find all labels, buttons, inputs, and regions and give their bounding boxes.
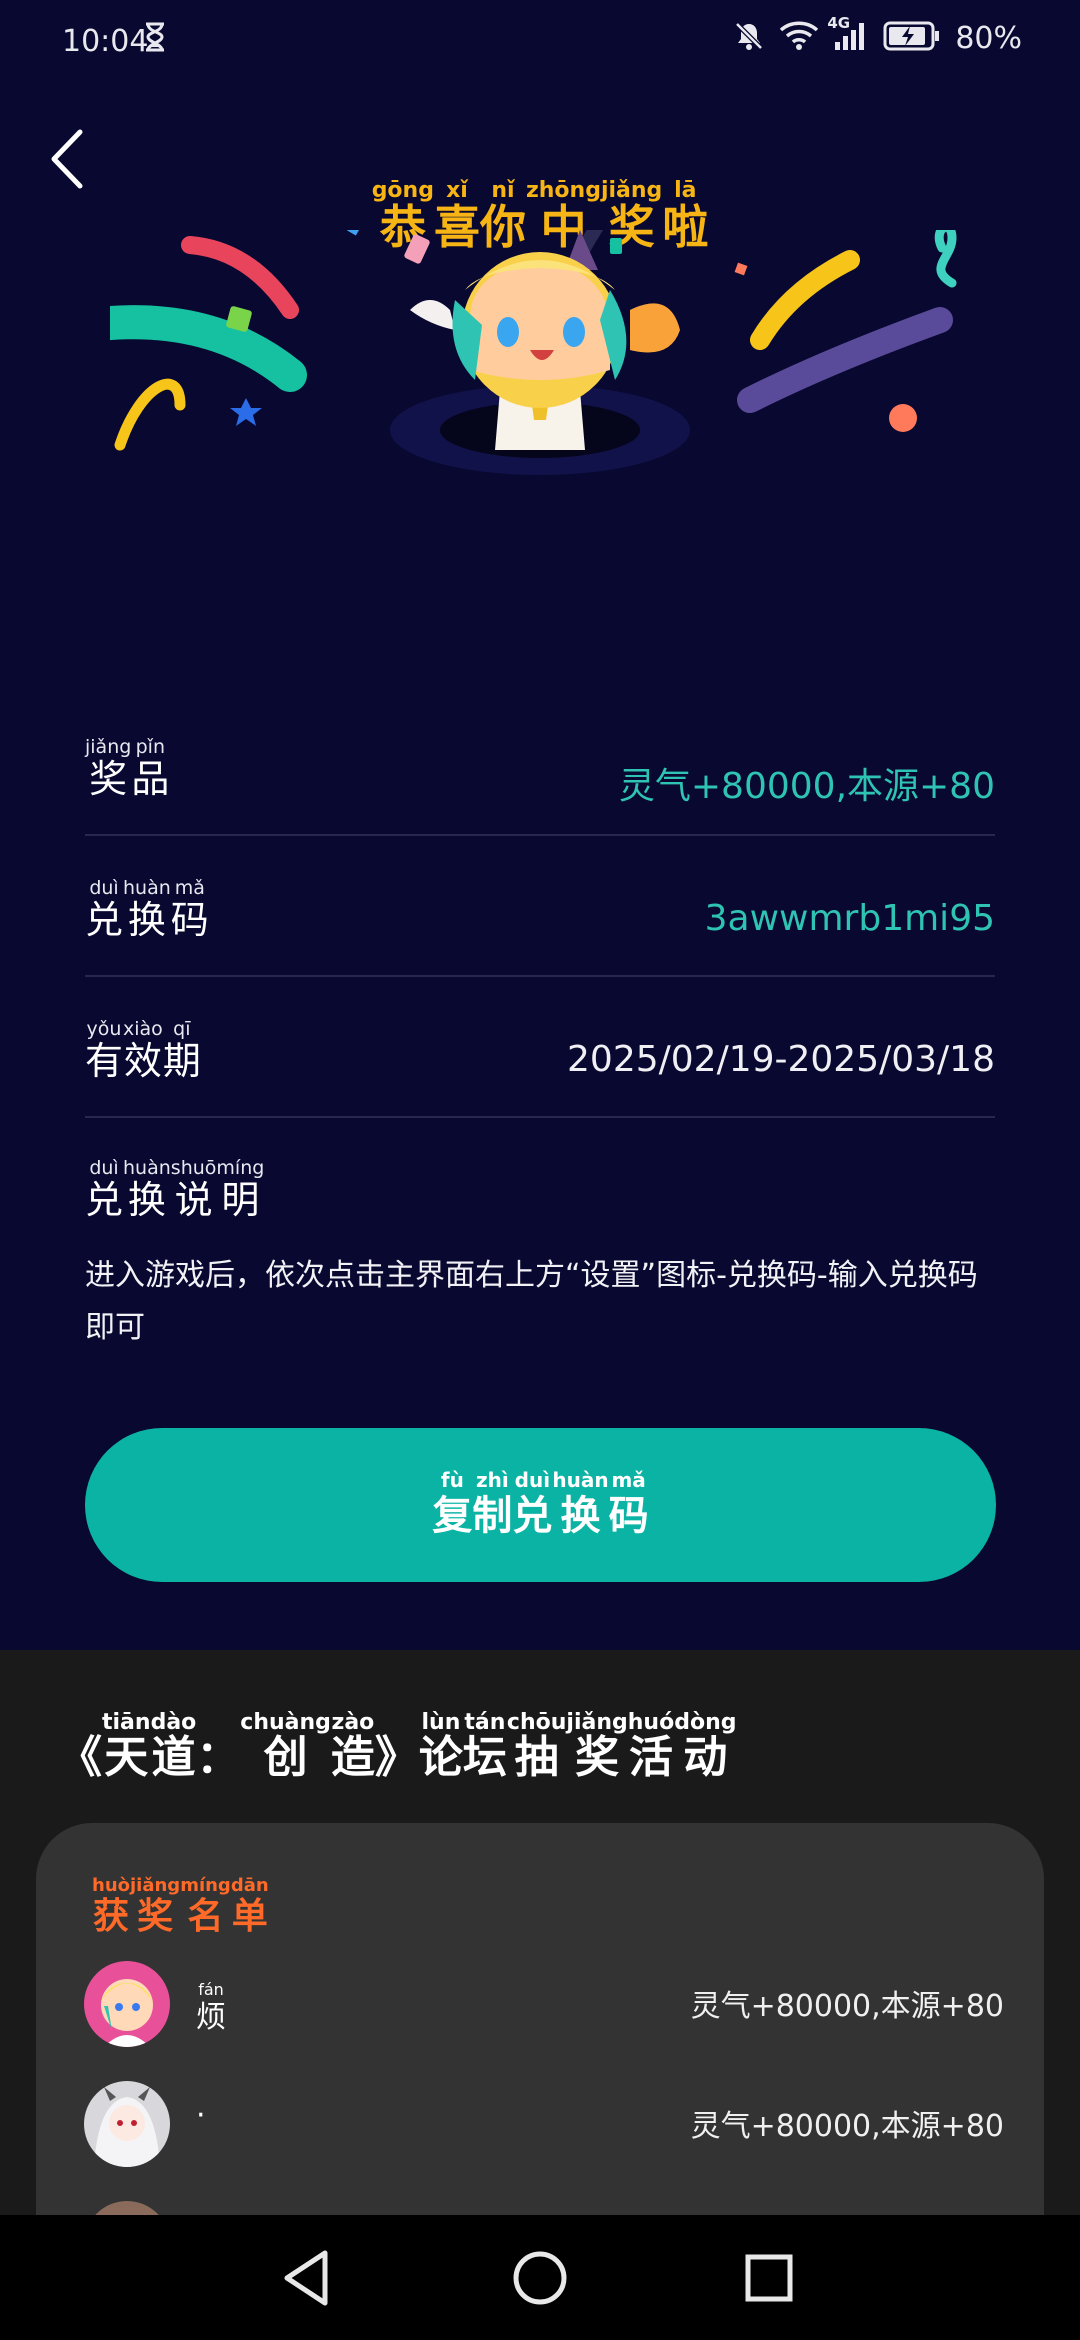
winner-prize: 灵气+80000,本源+80	[690, 1989, 1004, 2024]
square-recents-icon	[745, 2254, 793, 2302]
winners-card: huò 获 jiǎng 奖 míng 名 dān 单 fán 烦 灵气+80000,本源+…	[36, 1823, 1044, 2287]
winner-row[interactable]: fán 烦 灵气+80000,本源+80	[84, 1961, 1004, 2051]
code-label: duì 兑 huàn 换 mǎ 码	[85, 877, 209, 942]
instructions-label: duì 兑 huàn 换 shuō 说 míng 明	[85, 1157, 265, 1222]
winner-name: fán 烦	[196, 1980, 226, 2035]
copy-code-button[interactable]: fù 复 zhì 制 duì 兑 huàn 换 mǎ 码	[85, 1428, 996, 1582]
redeem-code-value[interactable]: 3awwmrb1mi95	[705, 898, 995, 939]
network-type: 4G	[827, 14, 851, 32]
winner-prize: 灵气+80000,本源+80	[690, 2109, 1004, 2144]
prize-info: jiǎng 奖 pǐn 品 灵气+80000,本源+80 duì 兑 huàn 换 mǎ…	[85, 695, 995, 1118]
avatar[interactable]	[84, 2081, 170, 2167]
validity-row: yǒu 有 xiào 效 qī 期 2025/02/19-2025/03/18	[85, 977, 995, 1118]
event-title: 《 tiān 天 dào 道 ： chuàng 创 zào 造 》 lùn 论 tán 坛 …	[58, 1710, 737, 1783]
winner-row[interactable]: · 灵气+80000,本源+80	[84, 2081, 1004, 2171]
status-time: 10:04	[62, 24, 149, 59]
prize-row: jiǎng 奖 pǐn 品 灵气+80000,本源+80	[85, 695, 995, 836]
validity-label: yǒu 有 xiào 效 qī 期	[85, 1018, 201, 1083]
signal-icon: 4G	[827, 14, 869, 56]
status-bar: 10:04 4G 80%	[0, 0, 1080, 90]
instructions-text: 进入游戏后，依次点击主界面右上方“设置”图标-兑换码-输入兑换码即可	[85, 1258, 978, 1345]
hourglass-icon	[143, 22, 167, 56]
celebration-illustration	[110, 230, 957, 475]
prize-label: jiǎng 奖 pǐn 品	[85, 736, 170, 801]
nav-home-button[interactable]	[507, 2245, 573, 2311]
winners-title: huò 获 jiǎng 奖 míng 名 dān 单	[92, 1875, 269, 1937]
code-row: duì 兑 huàn 换 mǎ 码 3awwmrb1mi95	[85, 836, 995, 977]
navigation-bar	[0, 2215, 1080, 2340]
circle-home-icon	[513, 2251, 567, 2305]
winner-name: ·	[196, 2098, 206, 2133]
mute-icon	[733, 20, 765, 56]
result-screen: 10:04 4G 80% gōng 恭 xǐ 喜 nǐ 你 zhōng 中 ji…	[0, 0, 1080, 1650]
battery-percent: 80%	[955, 20, 1022, 56]
event-section: 《 tiān 天 dào 道 ： chuàng 创 zào 造 》 lùn 论 tán 坛 …	[0, 1650, 1080, 2287]
nav-recents-button[interactable]	[736, 2245, 802, 2311]
nav-back-button[interactable]	[275, 2245, 341, 2311]
wifi-icon	[779, 20, 819, 56]
avatar[interactable]	[84, 1961, 170, 2047]
validity-value: 2025/02/19-2025/03/18	[567, 1039, 995, 1080]
battery-icon	[883, 20, 941, 56]
prize-value: 灵气+80000,本源+80	[618, 766, 995, 807]
triangle-back-icon	[284, 2250, 328, 2306]
